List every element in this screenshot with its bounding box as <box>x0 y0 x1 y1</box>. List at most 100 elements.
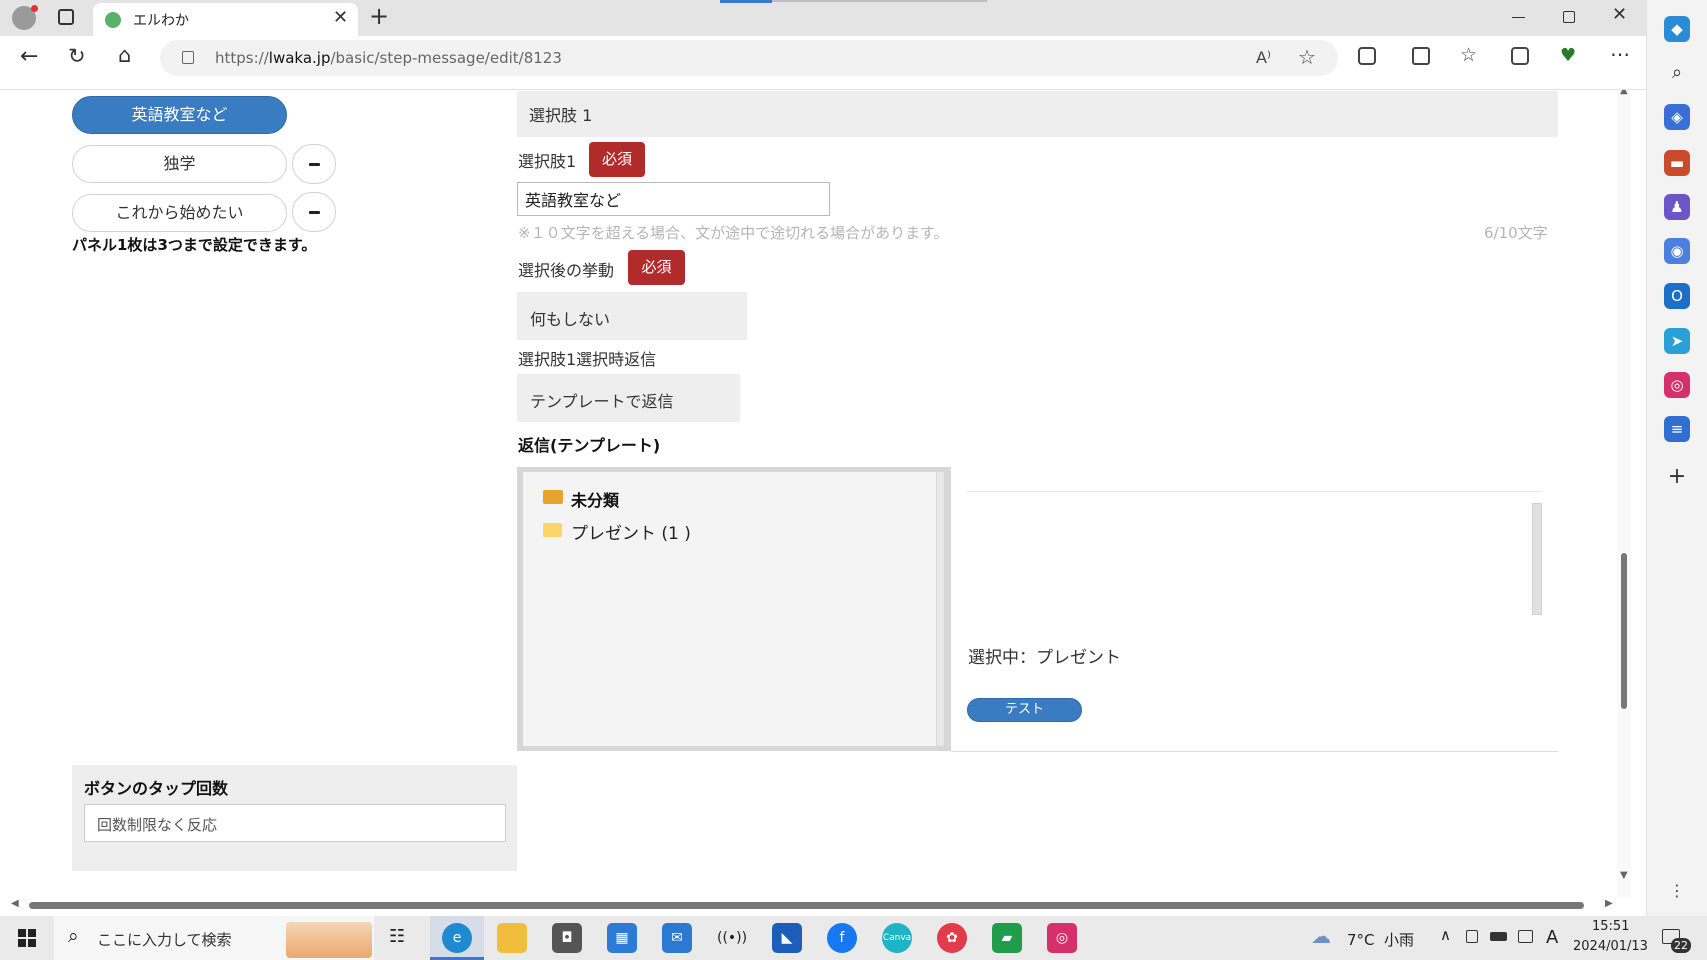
page-vertical-scrollbar[interactable]: ▲ ▼ <box>1617 90 1631 898</box>
canva-icon[interactable]: Canva <box>882 923 912 953</box>
more-menu-icon[interactable]: ⋯ <box>1610 42 1630 66</box>
minimize-icon[interactable] <box>1512 8 1526 22</box>
required-badge: 必須 <box>628 250 685 285</box>
app-pinwheel-icon[interactable]: ✿ <box>937 923 967 953</box>
template-preview-divider-top <box>967 491 1542 492</box>
clock-date[interactable]: 2024/01/13 <box>1573 939 1648 954</box>
file-explorer-icon[interactable] <box>497 923 527 953</box>
close-window-icon[interactable]: ✕ <box>1612 4 1627 25</box>
shopping-icon[interactable]: ◈ <box>1664 104 1690 130</box>
snipping-tool-icon[interactable]: ◘ <box>552 923 582 953</box>
ime-indicator[interactable]: A <box>1546 927 1558 948</box>
url-path: /basic/step-message/edit/8123 <box>330 49 562 67</box>
start-button[interactable] <box>0 916 54 960</box>
remove-choice-button[interactable] <box>292 192 336 232</box>
page-content: 英語教室など 独学 これから始めたい パネル1枚は3つまで設定できます。 選択肢… <box>0 90 1631 898</box>
extensions-icon[interactable] <box>1358 47 1376 65</box>
scroll-thumb[interactable] <box>1621 553 1627 709</box>
games-icon[interactable]: ♟ <box>1664 194 1690 220</box>
scroll-down-arrow-icon[interactable]: ▼ <box>1620 870 1628 881</box>
facebook-icon[interactable]: f <box>827 923 857 953</box>
messages-icon[interactable]: ▰ <box>992 923 1022 953</box>
edge-icon[interactable]: e <box>442 923 472 953</box>
new-tab-icon[interactable]: + <box>369 2 389 30</box>
folder-open-icon <box>543 490 563 504</box>
weather-text[interactable]: 7°C 小雨 <box>1347 929 1414 950</box>
send-icon[interactable]: ➤ <box>1664 328 1690 354</box>
windows-logo-icon <box>18 929 36 947</box>
weather-icon: ☁ <box>1311 924 1331 948</box>
tab-strip-indicator-secondary <box>772 0 987 2</box>
store-icon[interactable]: ▦ <box>607 923 637 953</box>
choice-pill[interactable]: 独学 <box>72 145 287 183</box>
home-icon[interactable]: ⌂ <box>118 43 131 67</box>
active-tab[interactable]: エルわか ✕ <box>93 3 358 36</box>
instagram-icon[interactable]: ◎ <box>1664 372 1690 398</box>
template-preview-divider-bottom <box>951 751 1558 752</box>
collections-icon[interactable] <box>1511 47 1529 65</box>
clock-time[interactable]: 15:51 <box>1592 919 1629 934</box>
read-aloud-icon[interactable]: A⁾ <box>1256 48 1271 67</box>
sidebar-settings-icon[interactable]: ⋮ <box>1664 878 1690 904</box>
choice-pill[interactable]: これから始めたい <box>72 194 287 232</box>
notification-count-badge: 22 <box>1671 938 1691 953</box>
refresh-icon[interactable]: ↻ <box>68 44 86 68</box>
browser-essentials-icon[interactable]: ♥ <box>1560 45 1576 66</box>
notes-icon[interactable]: ≡ <box>1664 416 1690 442</box>
required-badge: 必須 <box>589 142 645 177</box>
address-bar[interactable]: https://lwaka.jp/basic/step-message/edit… <box>160 40 1338 76</box>
broadcast-icon[interactable]: ((•)) <box>717 923 747 953</box>
choice-text-input[interactable] <box>517 182 830 216</box>
action-select-value: 何もしない <box>530 310 611 329</box>
test-button[interactable]: テスト <box>967 698 1082 722</box>
choice-label: 選択肢1 <box>518 152 577 171</box>
battery-icon[interactable] <box>1490 932 1507 941</box>
tab-title: エルわか <box>133 13 189 29</box>
folder-list-scrollbar[interactable] <box>937 472 944 746</box>
remove-choice-button[interactable] <box>292 144 336 184</box>
tab-close-icon[interactable]: ✕ <box>333 7 348 28</box>
reply-select-value: テンプレートで返信 <box>530 392 674 411</box>
lock-icon <box>182 51 194 64</box>
template-preview-scrollbar[interactable] <box>1532 503 1542 615</box>
tap-count-heading: ボタンのタップ回数 <box>84 779 229 798</box>
scroll-right-arrow-icon[interactable]: ▶ <box>1605 898 1613 909</box>
add-sidebar-app-icon[interactable]: + <box>1664 464 1690 490</box>
taskbar-search-box[interactable]: ⌕ ここに入力して検索 <box>54 916 374 960</box>
tools-icon[interactable]: ▬ <box>1664 150 1690 176</box>
scroll-up-arrow-icon[interactable]: ▲ <box>1620 90 1628 96</box>
site-favicon-icon <box>105 12 121 28</box>
url-domain: lwaka.jp <box>268 49 331 67</box>
tab-actions-icon[interactable] <box>58 9 74 25</box>
network-icon[interactable] <box>1518 930 1533 943</box>
favorite-star-icon[interactable]: ☆ <box>1298 45 1316 69</box>
url-prefix: https:// <box>215 49 269 67</box>
length-hint: ※１０文字を超える場合、文が途中で途切れる場合があります。 <box>518 224 949 242</box>
scroll-left-arrow-icon[interactable]: ◀ <box>11 898 19 909</box>
folder-name: 未分類 <box>571 491 620 510</box>
tab-strip-indicator <box>720 0 772 3</box>
copilot-icon[interactable]: ◆ <box>1664 16 1690 42</box>
microsoft365-icon[interactable]: ◉ <box>1664 238 1690 264</box>
profile-notification-dot <box>31 5 38 12</box>
app-blue-icon[interactable]: ◣ <box>772 923 802 953</box>
task-view-icon[interactable]: ☷ <box>389 926 405 947</box>
choice-header-title: 選択肢 1 <box>529 106 593 125</box>
search-highlight-image <box>286 922 372 958</box>
outlook-icon[interactable]: O <box>1664 283 1690 309</box>
search-icon[interactable]: ⌕ <box>1664 60 1690 86</box>
horizontal-scroll-thumb[interactable] <box>29 902 1584 909</box>
mail-icon[interactable]: ✉ <box>662 923 692 953</box>
choice-pill-selected[interactable]: 英語教室など <box>72 96 287 134</box>
tray-device-icon[interactable] <box>1466 930 1478 943</box>
split-screen-icon[interactable] <box>1412 47 1430 65</box>
choice-header <box>517 91 1558 137</box>
page-horizontal-scrollbar[interactable]: ◀ ▶ <box>0 898 1631 916</box>
tray-chevron-icon[interactable]: ∧ <box>1440 926 1451 944</box>
folder-name: プレゼント (1 ) <box>571 524 691 544</box>
restore-icon[interactable] <box>1563 11 1575 23</box>
favorites-icon[interactable]: ☆ <box>1460 44 1477 66</box>
back-icon[interactable]: ← <box>20 44 38 69</box>
folder-icon <box>543 523 562 537</box>
instagram-taskbar-icon[interactable]: ◎ <box>1047 923 1077 953</box>
